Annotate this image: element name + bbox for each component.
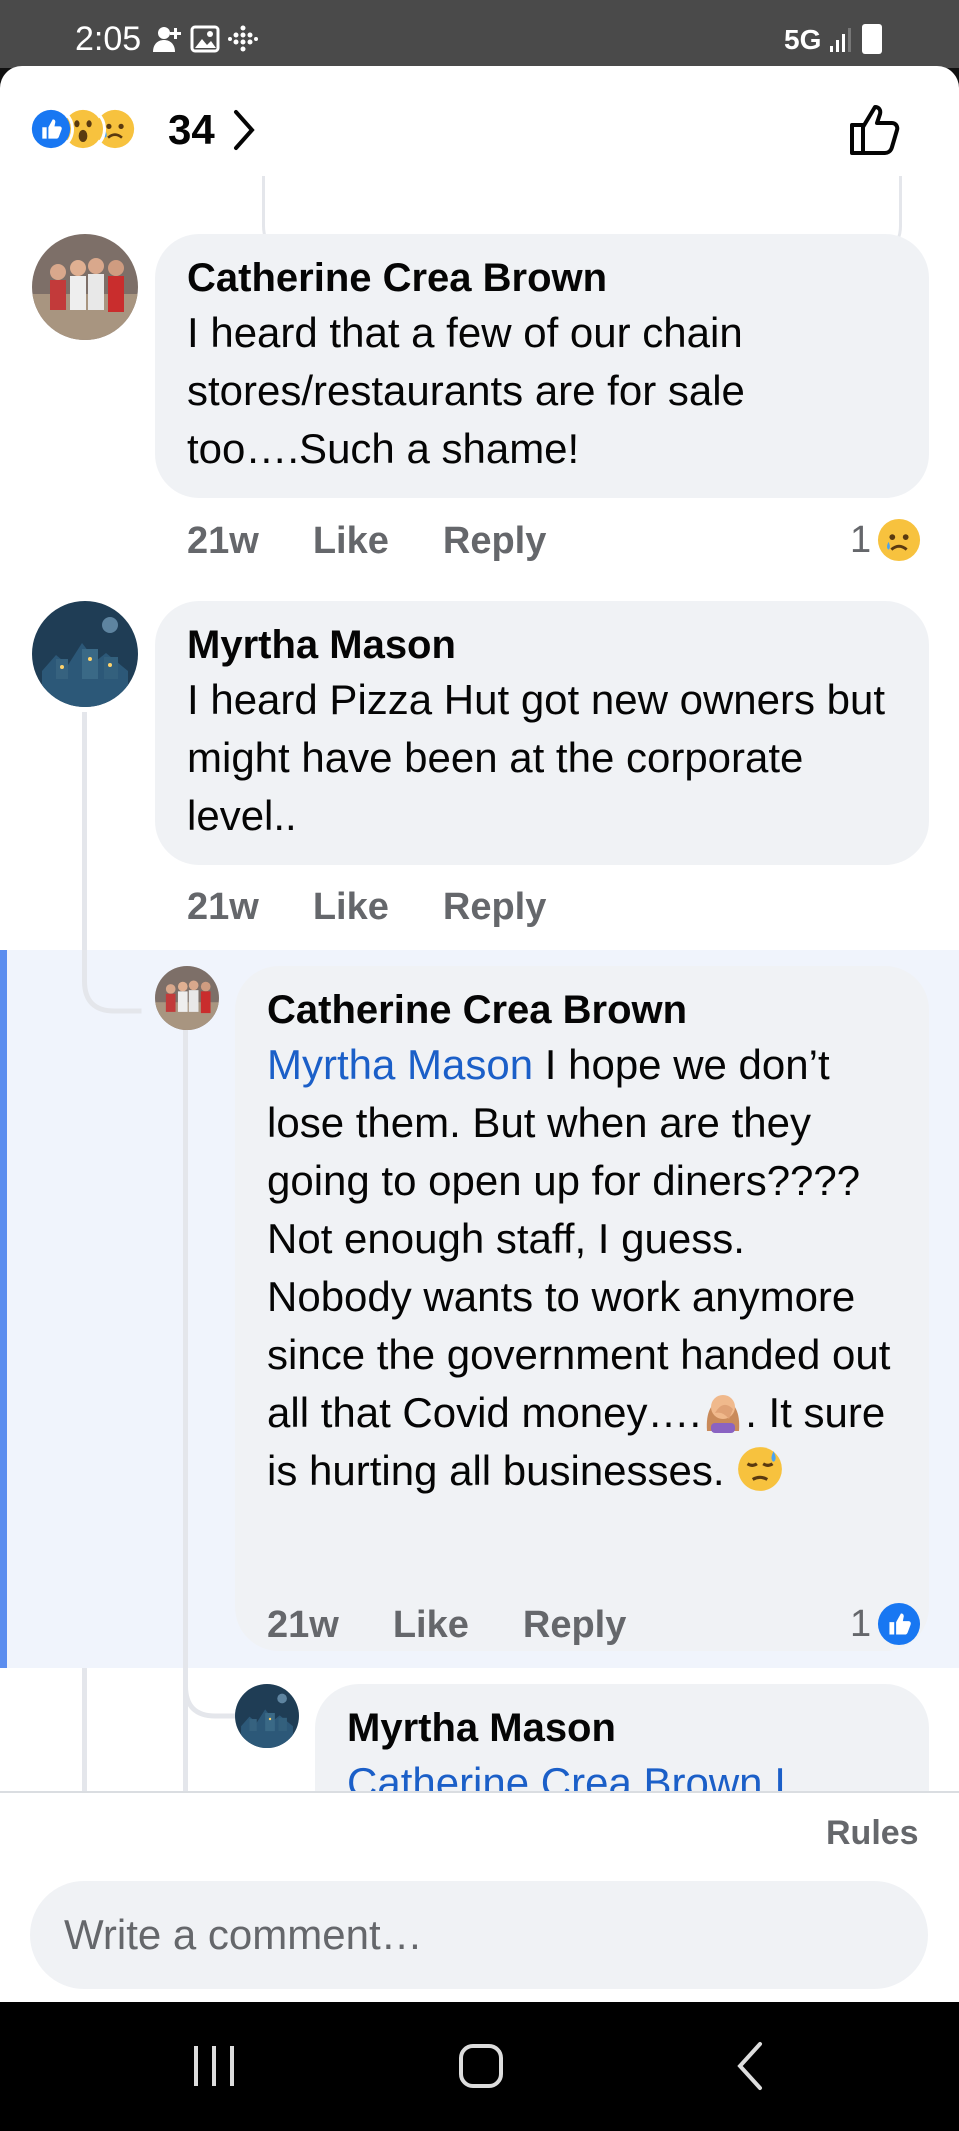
comment-bubble[interactable]: Catherine Crea Brown I heard that a few …: [155, 234, 929, 498]
comment-input[interactable]: [64, 1911, 894, 1959]
image-icon: [190, 25, 220, 53]
avatar-catherine[interactable]: [155, 966, 219, 1030]
comment-author[interactable]: Catherine Crea Brown: [267, 984, 899, 1036]
avatar-myrtha[interactable]: [235, 1684, 299, 1748]
highlight-indicator-bar: [0, 950, 7, 1668]
comment-age[interactable]: 21w: [187, 886, 259, 929]
reaction-icons: [28, 106, 168, 152]
reply-comment-button[interactable]: Reply: [443, 520, 546, 563]
back-icon[interactable]: [734, 2038, 764, 2094]
grid-dots-icon: [228, 25, 258, 52]
status-notification-icons: [152, 24, 258, 54]
reply-comment-button[interactable]: Reply: [443, 886, 546, 929]
person-add-icon: [153, 27, 181, 52]
reply-comment-button[interactable]: Reply: [523, 1604, 626, 1647]
avatar-image: [235, 1684, 299, 1748]
signal-icon: [830, 28, 851, 52]
rules-link[interactable]: Rules: [826, 1814, 919, 1853]
like-comment-button[interactable]: Like: [313, 886, 389, 929]
system-nav-bar: [0, 2002, 959, 2131]
comment-actions: 21w Like Reply: [267, 1604, 626, 1647]
reaction-count: 34: [168, 106, 215, 153]
like-reaction-icon: [28, 106, 74, 152]
comment-age[interactable]: 21w: [267, 1604, 339, 1647]
avatar-myrtha[interactable]: [32, 601, 138, 707]
comment-reaction-count: 1: [850, 518, 872, 561]
comment-age[interactable]: 21w: [187, 520, 259, 563]
home-icon[interactable]: [458, 2038, 504, 2094]
comment-actions: 21w Like Reply: [187, 886, 546, 929]
comment-author[interactable]: Catherine Crea Brown: [187, 252, 899, 304]
comments-sheet: 34 Catherine Crea Brown I heard that a f…: [0, 66, 959, 2002]
comment-text: I heard that a few of our chain stores/r…: [187, 309, 745, 472]
facepalm-emoji: [707, 1395, 740, 1433]
like-comment-button[interactable]: Like: [393, 1604, 469, 1647]
like-post-button[interactable]: [846, 99, 906, 159]
comment-text-part: I hope we don’t lose them. But when are …: [267, 1041, 891, 1436]
thread-connector: [82, 946, 142, 1014]
avatar-image: [32, 601, 138, 707]
comment-author[interactable]: Myrtha Mason: [187, 619, 899, 671]
comment-reaction-count: 1: [850, 1602, 872, 1645]
network-type: 5G: [784, 24, 822, 55]
battery-icon: [862, 24, 882, 54]
footer-divider: [0, 1791, 959, 1793]
comment-composer[interactable]: [30, 1881, 928, 1989]
comment-reactions[interactable]: 1: [850, 1602, 921, 1646]
sad-reaction-icon: [878, 518, 921, 562]
chevron-right-icon[interactable]: [232, 108, 256, 152]
avatar-catherine[interactable]: [32, 234, 138, 340]
reply-bubble[interactable]: Catherine Crea Brown Myrtha Mason I hope…: [235, 966, 929, 1651]
like-reaction-icon: [878, 1602, 921, 1646]
like-comment-button[interactable]: Like: [313, 520, 389, 563]
comment-reactions[interactable]: 1: [850, 518, 921, 562]
recent-apps-icon[interactable]: [192, 2038, 236, 2094]
mention-link[interactable]: Myrtha Mason: [267, 1041, 533, 1088]
comment-actions: 21w Like Reply: [187, 520, 546, 563]
comment-author[interactable]: Myrtha Mason: [347, 1702, 899, 1754]
status-time: 2:05: [75, 20, 142, 58]
avatar-image: [155, 966, 219, 1030]
comment-bubble[interactable]: Myrtha Mason I heard Pizza Hut got new o…: [155, 601, 929, 865]
downcast-sweat-emoji: [738, 1447, 783, 1491]
comment-text: Myrtha Mason I hope we don’t lose them. …: [267, 1036, 899, 1500]
status-bar: 2:05 5G: [0, 0, 959, 68]
thread-connector-nested: [183, 1666, 239, 1719]
comment-text: I heard Pizza Hut got new owners but mig…: [187, 676, 886, 839]
avatar-image: [32, 234, 138, 340]
